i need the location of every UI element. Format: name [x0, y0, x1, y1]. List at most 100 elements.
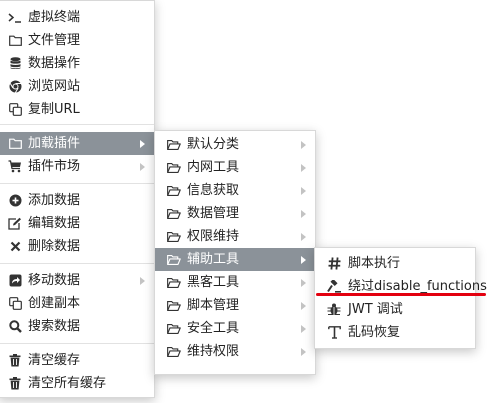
submenu-arrow-icon	[301, 325, 306, 333]
menu-item-move-data[interactable]: 移动数据	[0, 269, 154, 292]
menu-item-script-execution[interactable]: 脚本执行	[315, 252, 475, 275]
submenu-arrow-icon	[301, 279, 306, 287]
menu-item-plugin-market[interactable]: 插件市场	[0, 155, 154, 178]
menu-divider	[0, 124, 154, 125]
menu-item-label: 删除数据	[28, 239, 81, 254]
submenu-arrow-icon	[301, 164, 306, 172]
terminal-icon	[8, 6, 22, 29]
menu-item-label: 内网工具	[187, 160, 240, 175]
menu-item-clear-cache[interactable]: 清空缓存	[0, 349, 154, 372]
menu-item-label: 权限维持	[187, 229, 240, 244]
menu-item-default-category[interactable]: 默认分类	[155, 133, 315, 156]
submenu-arrow-icon	[301, 256, 306, 264]
folder-icon	[8, 132, 22, 155]
menu-item-label: 文件管理	[28, 33, 81, 48]
folder-open-icon	[167, 133, 181, 156]
menu-item-label: 复制URL	[28, 102, 80, 117]
hash-icon	[327, 252, 341, 275]
menu-divider	[0, 263, 154, 264]
menu-item-label: 清空缓存	[28, 353, 81, 368]
share-icon	[8, 269, 22, 292]
menu-item-jwt-debug[interactable]: JWT 调试	[315, 298, 475, 321]
menu-item-search-data[interactable]: 搜索数据	[0, 315, 154, 338]
trash-icon	[8, 349, 22, 372]
context-menu: 虚拟终端 文件管理 数据操作 浏览网站 复制URL 加载插件 插件市场 添加数据…	[0, 0, 155, 398]
folder-open-icon	[167, 317, 181, 340]
menu-item-label: 信息获取	[187, 183, 240, 198]
edit-icon	[8, 212, 22, 235]
menu-item-auxiliary-tools[interactable]: 辅助工具	[155, 248, 315, 271]
plugin-category-submenu: 默认分类 内网工具 信息获取 数据管理 权限维持 辅助工具 黑客工具 脚本管理 …	[154, 130, 316, 375]
menu-item-load-plugin[interactable]: 加载插件	[0, 132, 154, 155]
copy-icon	[8, 98, 22, 121]
menu-item-label: 数据管理	[187, 206, 240, 221]
submenu-arrow-icon	[301, 210, 306, 218]
menu-item-info-gathering[interactable]: 信息获取	[155, 179, 315, 202]
menu-item-label: 插件市场	[28, 159, 81, 174]
menu-item-label: 默认分类	[187, 137, 240, 152]
menu-item-label: 加载插件	[28, 136, 81, 151]
menu-item-garbled-recovery[interactable]: 乱码恢复	[315, 321, 475, 344]
menu-item-maintain-privilege[interactable]: 维持权限	[155, 340, 315, 363]
menu-item-label: 安全工具	[187, 321, 240, 336]
plus-circle-icon	[8, 189, 22, 212]
chrome-icon	[8, 75, 22, 98]
folder-open-icon	[167, 225, 181, 248]
menu-item-security-tools[interactable]: 安全工具	[155, 317, 315, 340]
menu-item-label: 乱码恢复	[348, 325, 401, 340]
menu-item-file-manager[interactable]: 文件管理	[0, 29, 154, 52]
folder-open-icon	[167, 294, 181, 317]
text-icon	[327, 321, 341, 344]
menu-item-label: 黑客工具	[187, 275, 240, 290]
menu-item-clear-all-cache[interactable]: 清空所有缓存	[0, 372, 154, 395]
menu-item-label: 添加数据	[28, 193, 81, 208]
folder-open-icon	[167, 156, 181, 179]
menu-item-edit-data[interactable]: 编辑数据	[0, 212, 154, 235]
menu-item-label: 浏览网站	[28, 79, 81, 94]
submenu-arrow-icon	[140, 163, 145, 171]
menu-item-intranet-tools[interactable]: 内网工具	[155, 156, 315, 179]
folder-open-icon	[167, 340, 181, 363]
menu-item-label: 清空所有缓存	[28, 376, 107, 391]
folder-icon	[8, 29, 22, 52]
auxiliary-tools-submenu: 脚本执行 绕过disable_functions JWT 调试 乱码恢复	[314, 247, 487, 349]
menu-item-create-copy[interactable]: 创建副本	[0, 292, 154, 315]
folder-open-icon	[167, 202, 181, 225]
menu-item-virtual-terminal[interactable]: 虚拟终端	[0, 6, 154, 29]
search-icon	[8, 315, 22, 338]
menu-item-label: 编辑数据	[28, 216, 81, 231]
submenu-arrow-icon	[301, 233, 306, 241]
menu-item-hacker-tools[interactable]: 黑客工具	[155, 271, 315, 294]
menu-item-label: 脚本管理	[187, 298, 240, 313]
cart-icon	[8, 155, 22, 178]
menu-item-copy-url[interactable]: 复制URL	[0, 98, 154, 121]
menu-item-data-management[interactable]: 数据管理	[155, 202, 315, 225]
submenu-arrow-icon	[301, 348, 306, 356]
menu-item-label: 搜索数据	[28, 319, 81, 334]
menu-item-label: 辅助工具	[187, 252, 240, 267]
copy-icon	[8, 292, 22, 315]
submenu-arrow-icon	[301, 141, 306, 149]
menu-divider	[0, 183, 154, 184]
submenu-arrow-icon	[301, 302, 306, 310]
menu-item-label: 移动数据	[28, 273, 81, 288]
menu-item-add-data[interactable]: 添加数据	[0, 189, 154, 212]
menu-item-label: 虚拟终端	[28, 10, 81, 25]
menu-item-label: 维持权限	[187, 344, 240, 359]
menu-item-privilege-persistence[interactable]: 权限维持	[155, 225, 315, 248]
submenu-arrow-icon	[140, 140, 145, 148]
menu-item-delete-data[interactable]: 删除数据	[0, 235, 154, 258]
bug-icon	[327, 298, 341, 321]
menu-item-label: 数据操作	[28, 56, 81, 71]
annotation-underline	[316, 293, 486, 296]
folder-open-icon	[167, 271, 181, 294]
trash-icon	[8, 372, 22, 395]
menu-item-data-operation[interactable]: 数据操作	[0, 52, 154, 75]
submenu-arrow-icon	[301, 187, 306, 195]
close-icon	[8, 235, 22, 258]
menu-item-browse-site[interactable]: 浏览网站	[0, 75, 154, 98]
menu-item-script-management[interactable]: 脚本管理	[155, 294, 315, 317]
folder-open-icon	[167, 179, 181, 202]
database-icon	[8, 52, 22, 75]
menu-item-label: 脚本执行	[348, 256, 401, 271]
